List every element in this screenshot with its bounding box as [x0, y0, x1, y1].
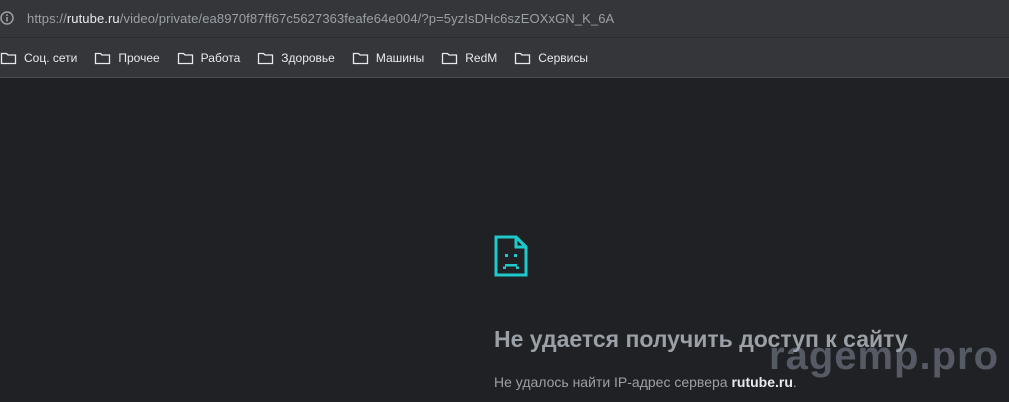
- address-bar[interactable]: https://rutube.ru/video/private/ea8970f8…: [0, 0, 1009, 38]
- bookmark-label: RedM: [465, 50, 498, 65]
- folder-icon: [177, 52, 193, 64]
- url-scheme: https://: [27, 11, 67, 26]
- bookmark-label: Машины: [375, 50, 425, 65]
- bookmark-rabota[interactable]: Работа: [177, 44, 250, 72]
- folder-icon: [442, 52, 458, 64]
- folder-icon: [0, 52, 17, 64]
- bookmark-label: Прочее: [118, 50, 160, 65]
- watermark: ragemp.pro: [769, 334, 1000, 378]
- bookmark-servisy[interactable]: Сервисы: [514, 44, 597, 72]
- folder-icon: [95, 52, 111, 64]
- bookmark-mashiny[interactable]: Машины: [352, 44, 433, 72]
- folder-icon: [352, 52, 369, 64]
- folder-icon: [258, 52, 274, 64]
- url-host: rutube.ru: [66, 11, 120, 26]
- error-detail: Не удалось найти IP-адрес сервера rutube…: [494, 374, 797, 390]
- bookmark-prochee[interactable]: Прочее: [94, 44, 168, 72]
- error-detail-prefix: Не удалось найти IP-адрес сервера: [494, 374, 732, 390]
- bookmark-zdorovie[interactable]: Здоровье: [257, 44, 344, 72]
- url-text[interactable]: https://rutube.ru/video/private/ea8970f8…: [27, 0, 614, 37]
- info-icon[interactable]: [0, 11, 14, 25]
- url-path: /video/private/ea8970f87ff67c5627363feaf…: [119, 11, 615, 26]
- bookmark-label: Здоровье: [281, 50, 335, 65]
- bookmark-label: Сервисы: [538, 50, 588, 65]
- bookmark-label: Соц. сети: [24, 50, 78, 65]
- bookmarks-list: Соц. сети Прочее Работа Здоровье Машины …: [0, 38, 1009, 77]
- bookmarks-bar: Соц. сети Прочее Работа Здоровье Машины …: [0, 38, 1009, 78]
- browser-window: https://rutube.ru/video/private/ea8970f8…: [0, 0, 1009, 402]
- bookmark-redm[interactable]: RedM: [441, 44, 506, 72]
- bookmark-soc-seti[interactable]: Соц. сети: [0, 44, 86, 72]
- bookmark-label: Работа: [200, 50, 241, 65]
- folder-icon: [515, 52, 531, 64]
- sad-page-icon: [494, 235, 528, 277]
